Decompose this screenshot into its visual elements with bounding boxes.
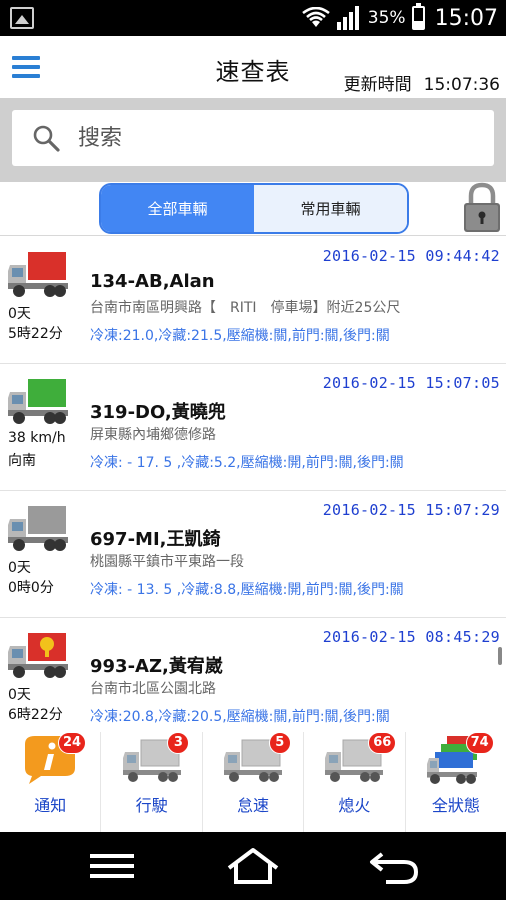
battery-percent: 35%	[367, 8, 406, 28]
vehicle-row[interactable]: 0天 0時0分 2016-02-15 15:07:29 697-MI,王凱錡 桃…	[0, 491, 506, 618]
vehicle-plate: 993-AZ,黃宥崴	[90, 656, 223, 677]
truck-icon	[8, 506, 68, 551]
vehicle-status-line2: 6時22分	[8, 707, 63, 723]
home-icon[interactable]	[223, 844, 283, 888]
nav-all-status[interactable]: 74 全狀態	[406, 732, 506, 832]
vehicle-list: 0天 5時22分 2016-02-15 09:44:42 134-AB,Alan…	[0, 237, 506, 732]
vehicle-sensors: 冷凍: - 17. 5 ,冷藏:5.2,壓縮機:開,前門:關,後門:關	[90, 455, 404, 471]
nav-driving[interactable]: 3 行駛	[101, 732, 203, 832]
scrollbar[interactable]	[498, 647, 502, 665]
vehicle-row[interactable]: 0天 5時22分 2016-02-15 09:44:42 134-AB,Alan…	[0, 237, 506, 364]
vehicle-status-line1: 0天	[8, 560, 31, 576]
status-bar: 35% 15:07	[0, 0, 506, 36]
tab-all-vehicles[interactable]: 全部車輛	[101, 185, 254, 232]
app-header: 速查表 更新時間 15:07:36	[0, 36, 506, 98]
clock: 15:07	[434, 5, 498, 31]
nav-idling[interactable]: 5 怠速	[203, 732, 305, 832]
vehicle-sensors: 冷凍: - 13. 5 ,冷藏:8.8,壓縮機:開,前門:關,後門:關	[90, 582, 404, 598]
bottom-nav: 24 通知 3 行駛 5 怠速 66 熄火 74 全狀態	[0, 732, 506, 832]
vehicle-row[interactable]: 38 km/h 向南 2016-02-15 15:07:05 319-DO,黃曉…	[0, 364, 506, 491]
vehicle-status-line1: 38 km/h	[8, 430, 66, 446]
vehicle-timestamp: 2016-02-15 09:44:42	[322, 247, 500, 265]
vehicle-sensors: 冷凍:20.8,冷藏:20.5,壓縮機:關,前門:關,後門:關	[90, 709, 390, 725]
vehicle-timestamp: 2016-02-15 08:45:29	[322, 628, 500, 646]
system-nav-bar	[0, 832, 506, 900]
back-icon[interactable]	[364, 844, 424, 888]
notification-badge: 24	[58, 732, 87, 754]
engine-off-badge: 66	[368, 732, 397, 754]
update-time: 更新時間 15:07:36	[344, 70, 500, 95]
vehicle-status-line1: 0天	[8, 687, 31, 703]
nav-label: 行駛	[135, 796, 168, 815]
nav-notifications[interactable]: 24 通知	[0, 732, 102, 832]
truck-icon	[8, 633, 68, 678]
nav-engine-off[interactable]: 66 熄火	[304, 732, 406, 832]
vehicle-filter-tabs: 全部車輛 常用車輛	[99, 183, 409, 234]
battery-icon	[411, 3, 425, 30]
nav-label: 怠速	[237, 796, 270, 815]
status-indicators: 35% 15:07	[302, 3, 498, 32]
truck-icon	[8, 252, 68, 297]
vehicle-address: 台南市南區明興路【 RITI 停車場】附近25公尺	[90, 300, 401, 316]
wifi-icon	[302, 7, 330, 27]
vehicle-plate: 697-MI,王凱錡	[90, 529, 221, 550]
vehicle-timestamp: 2016-02-15 15:07:05	[322, 374, 500, 392]
search-icon[interactable]	[32, 124, 60, 152]
search-box[interactable]	[12, 110, 494, 166]
search-area	[0, 98, 506, 182]
nav-label: 通知	[34, 796, 67, 815]
vehicle-plate: 134-AB,Alan	[90, 271, 215, 292]
vehicle-status-line2: 向南	[8, 453, 36, 469]
search-input[interactable]	[78, 118, 478, 158]
vehicle-address: 屏東縣內埔鄉德修路	[90, 427, 216, 443]
vehicle-sensors: 冷凍:21.0,冷藏:21.5,壓縮機:關,前門:關,後門:關	[90, 328, 390, 344]
nav-label: 熄火	[338, 796, 371, 815]
vehicle-address: 桃園縣平鎮市平東路一段	[90, 554, 244, 570]
menu-icon[interactable]	[82, 844, 142, 888]
idling-badge: 5	[268, 732, 291, 754]
tabs-bar: 全部車輛 常用車輛	[0, 182, 506, 236]
image-notification-icon	[10, 7, 34, 29]
signal-icon	[336, 6, 359, 30]
truck-icon	[8, 379, 68, 424]
vehicle-row[interactable]: 0天 6時22分 2016-02-15 08:45:29 993-AZ,黃宥崴 …	[0, 618, 506, 732]
update-time-value: 15:07:36	[423, 75, 500, 95]
vehicle-plate: 319-DO,黃曉兜	[90, 402, 226, 423]
nav-label: 全狀態	[431, 796, 480, 815]
vehicle-status-line2: 5時22分	[8, 326, 63, 342]
vehicle-address: 台南市北區公園北路	[90, 681, 216, 697]
vehicle-status-line2: 0時0分	[8, 580, 54, 596]
all-status-badge: 74	[465, 732, 494, 754]
update-time-label: 更新時間	[343, 75, 412, 95]
tab-favorite-vehicles[interactable]: 常用車輛	[254, 185, 407, 232]
driving-badge: 3	[167, 732, 190, 754]
lock-icon[interactable]	[462, 182, 502, 234]
vehicle-timestamp: 2016-02-15 15:07:29	[322, 501, 500, 519]
vehicle-status-line1: 0天	[8, 306, 31, 322]
